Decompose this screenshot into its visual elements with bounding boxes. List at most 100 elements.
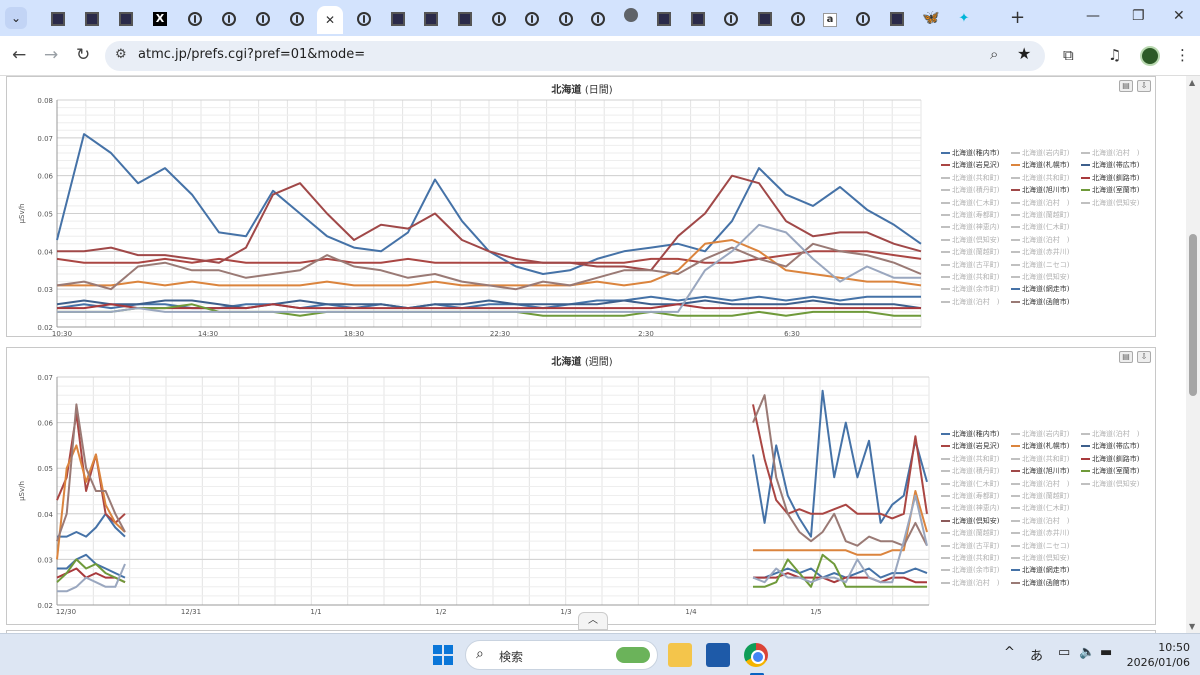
legend-item[interactable]: 北海道(余市町) bbox=[941, 564, 1011, 576]
site-settings-icon[interactable]: ⚙ bbox=[115, 47, 127, 62]
legend-item[interactable]: 北海道(泊村 ) bbox=[1081, 428, 1151, 440]
browser-tab[interactable] bbox=[219, 8, 239, 28]
browser-tab[interactable]: a bbox=[820, 8, 840, 28]
legend-item[interactable]: 北海道(旭川市) bbox=[1011, 465, 1081, 477]
legend-item[interactable]: 北海道(共和町) bbox=[941, 172, 1011, 184]
browser-tab[interactable] bbox=[721, 8, 741, 28]
legend-item[interactable]: 北海道(仁木町) bbox=[941, 197, 1011, 209]
browser-tab[interactable] bbox=[654, 8, 674, 28]
scrollbar-thumb[interactable] bbox=[1189, 234, 1197, 396]
legend-item[interactable]: 北海道(倶知安) bbox=[1081, 478, 1151, 490]
forward-icon[interactable]: → bbox=[44, 45, 58, 65]
legend-item[interactable]: 北海道(岩見沢) bbox=[941, 159, 1011, 171]
legend-item[interactable]: 北海道(釧路市) bbox=[1081, 453, 1151, 465]
reload-icon[interactable]: ↻ bbox=[76, 45, 90, 65]
browser-tab[interactable]: 🦋 bbox=[921, 8, 941, 28]
legend-item[interactable]: 北海道(札幌市) bbox=[1011, 440, 1081, 452]
printer-icon[interactable]: ▤ bbox=[1119, 351, 1133, 363]
network-icon[interactable]: ▭ bbox=[1058, 645, 1070, 660]
legend-item[interactable]: 北海道(泊村 ) bbox=[1011, 478, 1081, 490]
legend-item[interactable]: 北海道(泊村 ) bbox=[1081, 147, 1151, 159]
legend-item[interactable]: 北海道(積丹町) bbox=[941, 465, 1011, 477]
chevron-up-icon[interactable]: ︿ bbox=[578, 612, 608, 630]
url-text[interactable]: atmc.jp/prefs.cgi?pref=01&mode= bbox=[138, 47, 365, 62]
browser-tab[interactable] bbox=[887, 8, 907, 28]
legend-item[interactable]: 北海道(旭川市) bbox=[1011, 184, 1081, 196]
legend-item[interactable]: 北海道(蘭越町) bbox=[1011, 209, 1081, 221]
legend-item[interactable]: 北海道(神恵内) bbox=[941, 502, 1011, 514]
browser-tab[interactable] bbox=[116, 8, 136, 28]
legend-item[interactable]: 北海道(泊村 ) bbox=[1011, 197, 1081, 209]
file-explorer-icon[interactable] bbox=[668, 643, 692, 667]
legend-item[interactable]: 北海道(共和町) bbox=[941, 453, 1011, 465]
chevron-down-icon[interactable]: ⌄ bbox=[5, 7, 27, 29]
legend-item[interactable]: 北海道(古平町) bbox=[941, 540, 1011, 552]
avatar[interactable] bbox=[1140, 46, 1160, 66]
browser-tab[interactable] bbox=[588, 8, 608, 28]
legend-item[interactable]: 北海道(泊村 ) bbox=[941, 296, 1011, 308]
legend-item[interactable]: 北海道(倶知安) bbox=[1011, 552, 1081, 564]
browser-tab[interactable]: ✦ bbox=[954, 8, 974, 28]
legend-item[interactable]: 北海道(仁木町) bbox=[941, 478, 1011, 490]
browser-tab[interactable] bbox=[688, 8, 708, 28]
download-icon[interactable]: ⇩ bbox=[1137, 351, 1151, 363]
legend-item[interactable]: 北海道(泊村 ) bbox=[941, 577, 1011, 589]
volume-icon[interactable]: 🔈 bbox=[1079, 645, 1095, 660]
legend-item[interactable]: 北海道(室蘭市) bbox=[1081, 184, 1151, 196]
ime-indicator[interactable]: あ bbox=[1030, 645, 1043, 664]
legend-item[interactable]: 北海道(網走市) bbox=[1011, 564, 1081, 576]
legend-item[interactable]: 北海道(岩内町) bbox=[1011, 147, 1081, 159]
browser-tab[interactable] bbox=[853, 8, 873, 28]
browser-tab[interactable] bbox=[48, 8, 68, 28]
extensions-icon[interactable]: ⧉ bbox=[1063, 46, 1074, 64]
chrome-icon[interactable] bbox=[744, 643, 768, 667]
legend-item[interactable]: 北海道(蘭越町) bbox=[941, 246, 1011, 258]
legend-item[interactable]: 北海道(積丹町) bbox=[941, 184, 1011, 196]
bookmark-star-icon[interactable]: ★ bbox=[1017, 44, 1031, 63]
browser-tab[interactable] bbox=[185, 8, 205, 28]
browser-tab[interactable] bbox=[556, 8, 576, 28]
notepad-icon[interactable] bbox=[706, 643, 730, 667]
browser-tab[interactable]: X bbox=[150, 8, 170, 28]
minimize-icon[interactable]: — bbox=[1086, 8, 1100, 24]
scroll-down-icon[interactable]: ▼ bbox=[1189, 622, 1195, 631]
browser-tab[interactable] bbox=[788, 8, 808, 28]
browser-tab[interactable] bbox=[455, 8, 475, 28]
taskbar-search[interactable]: ⌕ 検索 bbox=[465, 640, 658, 670]
legend-item[interactable]: 北海道(室蘭市) bbox=[1081, 465, 1151, 477]
clock[interactable]: 10:50 2026/01/06 bbox=[1124, 640, 1190, 670]
legend-item[interactable]: 北海道(札幌市) bbox=[1011, 159, 1081, 171]
download-icon[interactable]: ⇩ bbox=[1137, 80, 1151, 92]
vertical-scrollbar[interactable]: ▲ ▼ bbox=[1186, 76, 1200, 633]
browser-tab[interactable] bbox=[287, 8, 307, 28]
legend-item[interactable]: 北海道(共和町) bbox=[941, 271, 1011, 283]
browser-tab[interactable] bbox=[253, 8, 273, 28]
legend-item[interactable]: 北海道(帯広市) bbox=[1081, 159, 1151, 171]
battery-icon[interactable]: ▬ bbox=[1100, 645, 1112, 660]
legend-item[interactable]: 北海道(釧路市) bbox=[1081, 172, 1151, 184]
legend-item[interactable]: 北海道(倶知安) bbox=[1011, 271, 1081, 283]
browser-tab[interactable] bbox=[421, 8, 441, 28]
new-tab-button[interactable]: + bbox=[1010, 7, 1025, 28]
browser-tab[interactable] bbox=[522, 8, 542, 28]
legend-item[interactable]: 北海道(稚内市) bbox=[941, 428, 1011, 440]
legend-item[interactable]: 北海道(倶知安) bbox=[1081, 197, 1151, 209]
legend-item[interactable]: 北海道(共和町) bbox=[1011, 453, 1081, 465]
scroll-up-icon[interactable]: ▲ bbox=[1189, 78, 1195, 87]
legend-item[interactable]: 北海道(函館市) bbox=[1011, 296, 1081, 308]
printer-icon[interactable]: ▤ bbox=[1119, 80, 1133, 92]
browser-tab[interactable] bbox=[755, 8, 775, 28]
close-icon[interactable]: ✕ bbox=[325, 13, 335, 27]
legend-item[interactable]: 北海道(倶知安) bbox=[941, 234, 1011, 246]
media-control-icon[interactable]: ♫ bbox=[1108, 46, 1121, 64]
browser-tab[interactable] bbox=[82, 8, 102, 28]
legend-item[interactable]: 北海道(帯広市) bbox=[1081, 440, 1151, 452]
legend-item[interactable]: 北海道(赤井川) bbox=[1011, 527, 1081, 539]
browser-tab[interactable] bbox=[388, 8, 408, 28]
windows-start-icon[interactable] bbox=[433, 645, 453, 665]
browser-tab[interactable] bbox=[621, 8, 641, 28]
browser-tab[interactable] bbox=[489, 8, 509, 28]
legend-item[interactable]: 北海道(倶知安) bbox=[941, 515, 1011, 527]
legend-item[interactable]: 北海道(岩内町) bbox=[1011, 428, 1081, 440]
legend-item[interactable]: 北海道(神恵内) bbox=[941, 221, 1011, 233]
